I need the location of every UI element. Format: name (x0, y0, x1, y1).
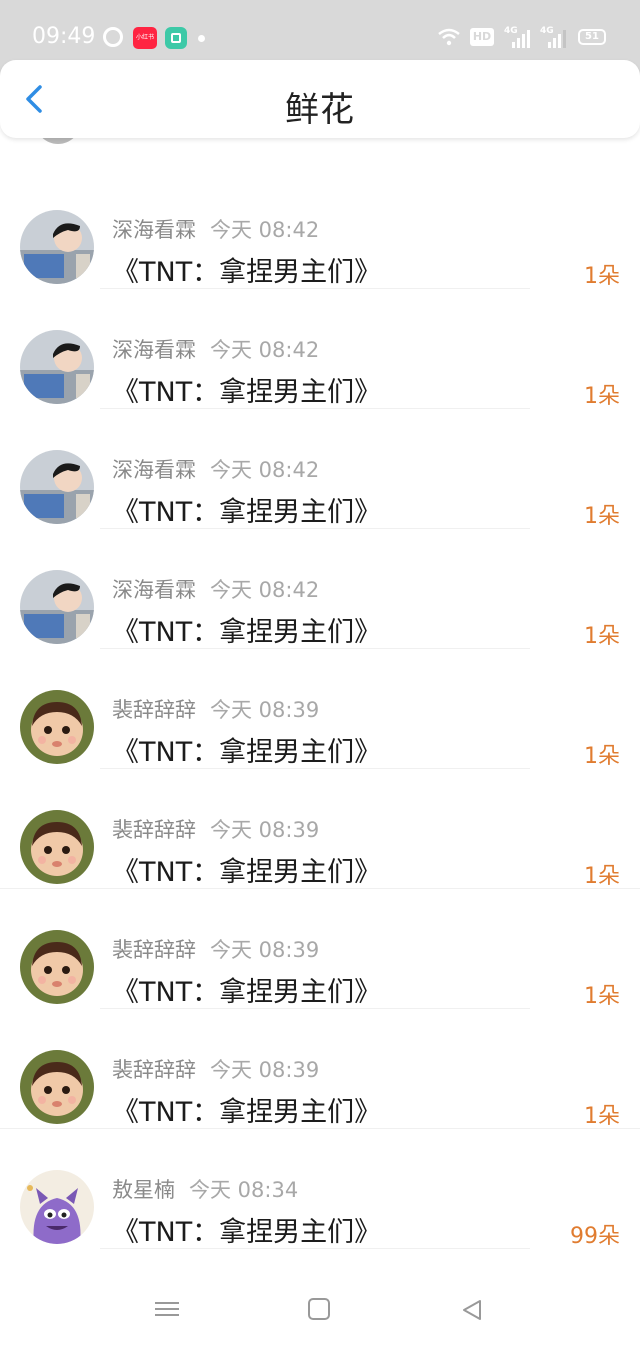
list-item[interactable]: 裴辞辞辞 今天 08:39 《TNT：拿捏男主们》 1朵 (0, 648, 640, 769)
flower-count: 1朵 (584, 624, 620, 649)
book-title: 《TNT：拿捏男主们》 (112, 377, 382, 408)
sent-time: 今天 08:39 (210, 938, 320, 962)
more-notifications-dot-icon (198, 35, 205, 42)
flower-count: 1朵 (584, 864, 620, 889)
home-square-icon[interactable] (308, 1298, 330, 1320)
avatar (20, 810, 94, 884)
avatar (20, 450, 94, 524)
sent-time: 今天 08:39 (210, 1058, 320, 1082)
book-title: 《TNT：拿捏男主们》 (112, 497, 382, 528)
sent-time: 今天 08:42 (210, 458, 320, 482)
flower-count: 1朵 (584, 984, 620, 1009)
netease-music-icon (103, 27, 123, 47)
avatar (20, 330, 94, 404)
list-item[interactable]: 裴辞辞辞 今天 08:39 《TNT：拿捏男主们》 1朵 (0, 888, 640, 1009)
sent-time: 今天 08:42 (210, 218, 320, 242)
back-triangle-icon[interactable] (460, 1298, 484, 1322)
avatar (20, 690, 94, 764)
list-item[interactable]: 深海看霖 今天 08:42 《TNT：拿捏男主们》 1朵 (0, 408, 640, 529)
system-navigation-bar (0, 1270, 640, 1351)
list-item[interactable]: 敖星楠 今天 08:34 《TNT：拿捏男主们》 99朵 (0, 1128, 640, 1249)
flower-count: 1朵 (584, 264, 620, 289)
sender-name: 裴辞辞辞 (112, 938, 196, 962)
avatar (20, 930, 94, 1004)
hd-volte-icon: HD (470, 28, 494, 46)
sender-name: 裴辞辞辞 (112, 698, 196, 722)
sent-time: 今天 08:39 (210, 818, 320, 842)
book-title: 《TNT：拿捏男主们》 (112, 617, 382, 648)
book-title: 《TNT：拿捏男主们》 (112, 737, 382, 768)
list-item[interactable]: 深海看霖 今天 08:42 《TNT：拿捏男主们》 1朵 (0, 288, 640, 409)
sender-name: 敖星楠 (112, 1178, 175, 1202)
flower-count: 1朵 (584, 1104, 620, 1129)
avatar (20, 570, 94, 644)
list-item[interactable]: 裴辞辞辞 今天 08:39 《TNT：拿捏男主们》 1朵 (0, 768, 640, 889)
book-title: 《TNT：拿捏男主们》 (112, 1097, 382, 1128)
sender-name: 深海看霖 (112, 218, 196, 242)
list-item[interactable]: 裴辞辞辞 今天 08:39 《TNT：拿捏男主们》 1朵 (0, 1008, 640, 1129)
flower-count: 1朵 (584, 384, 620, 409)
sent-time: 今天 08:39 (210, 698, 320, 722)
page-title: 鲜花 (285, 90, 355, 130)
sender-name: 裴辞辞辞 (112, 1058, 196, 1082)
flower-count: 1朵 (584, 744, 620, 769)
list-item[interactable]: 深海看霖 今天 08:42 《TNT：拿捏男主们》 1朵 (0, 168, 640, 289)
avatar (20, 210, 94, 284)
sent-time: 今天 08:42 (210, 578, 320, 602)
avatar (20, 1170, 94, 1244)
xiaohongshu-icon: 小红书 (133, 27, 157, 49)
app-notification-icon (165, 27, 187, 49)
sender-name: 深海看霖 (112, 458, 196, 482)
book-title: 《TNT：拿捏男主们》 (112, 977, 382, 1008)
cell-signal-icon: 4G (504, 26, 530, 48)
menu-icon[interactable] (155, 1298, 179, 1322)
avatar (20, 1050, 94, 1124)
wifi-icon (438, 28, 460, 46)
status-time: 09:49 (32, 24, 96, 49)
book-title: 《TNT：拿捏男主们》 (112, 1217, 382, 1248)
flower-count: 1朵 (584, 504, 620, 529)
sender-name: 深海看霖 (112, 578, 196, 602)
sent-time: 今天 08:34 (189, 1178, 299, 1202)
battery-icon: 51 (578, 29, 606, 45)
sender-name: 深海看霖 (112, 338, 196, 362)
sender-name: 裴辞辞辞 (112, 818, 196, 842)
book-title: 《TNT：拿捏男主们》 (112, 257, 382, 288)
sent-time: 今天 08:42 (210, 338, 320, 362)
flower-count: 99朵 (570, 1224, 620, 1249)
list-item[interactable]: 深海看霖 今天 08:42 《TNT：拿捏男主们》 1朵 (0, 528, 640, 649)
cell-signal-icon: 4G (540, 26, 566, 48)
book-title: 《TNT：拿捏男主们》 (112, 857, 382, 888)
header: 鲜花 (0, 60, 640, 138)
divider (100, 1248, 530, 1249)
